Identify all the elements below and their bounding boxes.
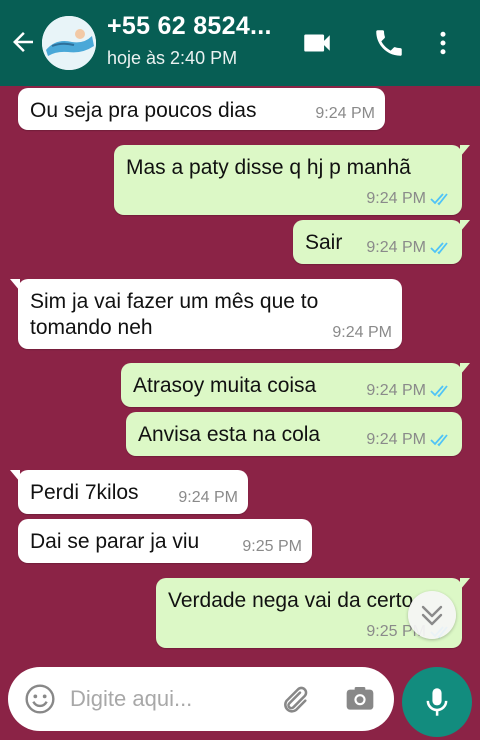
contact-name[interactable]: +55 62 8524... (107, 12, 287, 41)
message-bubble-outgoing[interactable]: Mas a paty disse q hj p manhã 9:24 PM (114, 145, 470, 215)
message-text: Anvisa esta na cola (138, 423, 321, 446)
message-text-line: Sim ja vai fazer um mês que to (30, 290, 319, 313)
message-text: Atrasoy muita coisa (133, 374, 317, 397)
message-bubble-incoming[interactable]: Dai se parar ja viu 9:25 PM (18, 519, 312, 563)
message-text: Ou seja pra poucos dias (30, 99, 257, 122)
microphone-icon (426, 688, 448, 716)
chat-header: +55 62 8524... hoje às 2:40 PM (0, 0, 480, 86)
avatar[interactable] (42, 16, 96, 70)
message-bubble-outgoing[interactable]: Sair 9:24 PM (293, 220, 470, 264)
message-text: Mas a paty disse q hj p manhã (126, 156, 411, 179)
message-time: 9:24 PM (332, 324, 392, 341)
read-ticks-icon (430, 242, 448, 255)
microphone-button[interactable] (402, 667, 472, 737)
message-bubble-incoming[interactable]: Ou seja pra poucos dias 9:24 PM (18, 88, 385, 130)
message-time: 9:24 PM (315, 105, 375, 122)
arrow-left-icon[interactable] (8, 27, 38, 57)
message-text-line: tomando neh (30, 316, 153, 339)
message-text: Sair (305, 231, 343, 254)
message-time: 9:24 PM (366, 239, 426, 256)
paperclip-icon[interactable] (278, 684, 310, 716)
message-time: 9:25 PM (242, 538, 302, 555)
message-bubble-outgoing[interactable]: Atrasoy muita coisa 9:24 PM (121, 363, 470, 407)
message-time: 9:24 PM (366, 190, 426, 207)
message-time: 9:24 PM (178, 489, 238, 506)
read-ticks-icon (430, 434, 448, 447)
message-time: 9:24 PM (366, 382, 426, 399)
message-text: Dai se parar ja viu (30, 530, 200, 553)
emoji-icon[interactable] (24, 683, 56, 715)
read-ticks-icon (430, 385, 448, 398)
more-vert-icon[interactable] (428, 26, 458, 60)
message-bubble-outgoing[interactable]: Anvisa esta na cola 9:24 PM (126, 412, 462, 456)
message-text: Verdade nega vai da certo (168, 589, 414, 612)
last-seen: hoje às 2:40 PM (107, 48, 238, 68)
message-bubble-incoming[interactable]: Sim ja vai fazer um mês que to tomando n… (10, 279, 402, 349)
double-chevron-down-icon (421, 605, 443, 626)
video-call-icon[interactable] (300, 26, 334, 60)
message-text: Perdi 7kilos (30, 481, 139, 504)
message-input[interactable] (70, 683, 260, 715)
message-time: 9:24 PM (366, 431, 426, 448)
scroll-to-bottom-button[interactable] (408, 591, 456, 639)
message-bubble-incoming[interactable]: Perdi 7kilos 9:24 PM (10, 470, 248, 514)
read-ticks-icon (430, 193, 448, 206)
phone-icon[interactable] (372, 26, 406, 60)
message-composer (8, 667, 394, 731)
camera-icon[interactable] (344, 683, 376, 715)
